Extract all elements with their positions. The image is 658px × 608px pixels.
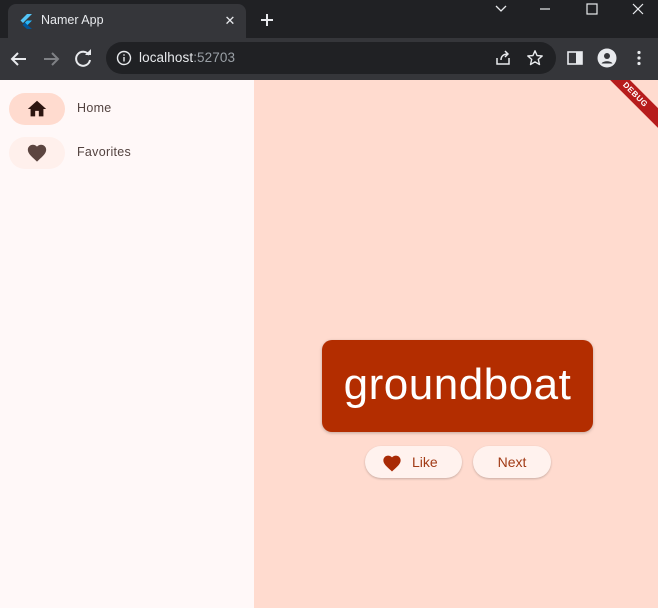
tab-close-icon[interactable]: ✕ <box>220 11 240 31</box>
debug-banner: DEBUG <box>598 80 658 132</box>
favorite-icon <box>383 455 401 472</box>
tab-search-icon[interactable] <box>478 0 524 20</box>
minimize-icon[interactable] <box>522 0 568 20</box>
tab-strip: Namer App ✕ <box>0 0 658 38</box>
bookmark-star-icon[interactable] <box>526 49 544 67</box>
word-pair-card: groundboat <box>322 340 593 432</box>
generator-page: groundboat Like Next DEBUG <box>254 80 658 608</box>
nav-item-home[interactable]: Home <box>9 93 249 125</box>
nav-label-favorites: Favorites <box>77 145 132 159</box>
side-panel-icon[interactable] <box>566 49 584 67</box>
navigation-rail: Home Favorites <box>0 80 254 608</box>
profile-avatar-icon[interactable] <box>597 48 617 68</box>
home-icon <box>27 100 47 117</box>
url-port: :52703 <box>193 50 236 65</box>
new-tab-icon[interactable] <box>256 9 278 31</box>
url-host: localhost <box>139 50 194 65</box>
word-pair-text: groundboat <box>343 360 572 409</box>
site-info-icon[interactable] <box>116 50 132 66</box>
back-icon[interactable] <box>7 47 31 71</box>
tab-namer-app[interactable]: Namer App ✕ <box>8 4 246 38</box>
reload-icon[interactable] <box>71 47 95 71</box>
maximize-icon[interactable] <box>568 0 614 20</box>
nav-indicator <box>9 137 65 169</box>
favorite-icon <box>27 144 47 162</box>
browser-toolbar: localhost:52703 <box>0 38 658 80</box>
app-page: Home Favorites groundboat Like Next DEBU… <box>0 80 658 608</box>
like-label: Like <box>412 454 438 470</box>
nav-label-home: Home <box>77 101 112 115</box>
like-button[interactable]: Like <box>365 446 462 478</box>
next-button[interactable]: Next <box>473 446 551 478</box>
flutter-icon <box>20 14 32 29</box>
tab-title: Namer App <box>41 13 104 27</box>
address-bar[interactable]: localhost:52703 <box>106 42 556 74</box>
url-text[interactable]: localhost:52703 <box>139 50 235 65</box>
next-label: Next <box>497 454 527 470</box>
browser-window: Namer App ✕ localhost:52703 Home Favorit… <box>0 0 658 608</box>
share-icon[interactable] <box>494 49 512 67</box>
close-window-icon[interactable] <box>614 0 658 20</box>
menu-kebab-icon[interactable] <box>630 49 648 67</box>
nav-item-favorites[interactable]: Favorites <box>9 137 249 169</box>
selected-indicator <box>9 93 65 125</box>
forward-icon[interactable] <box>39 47 63 71</box>
